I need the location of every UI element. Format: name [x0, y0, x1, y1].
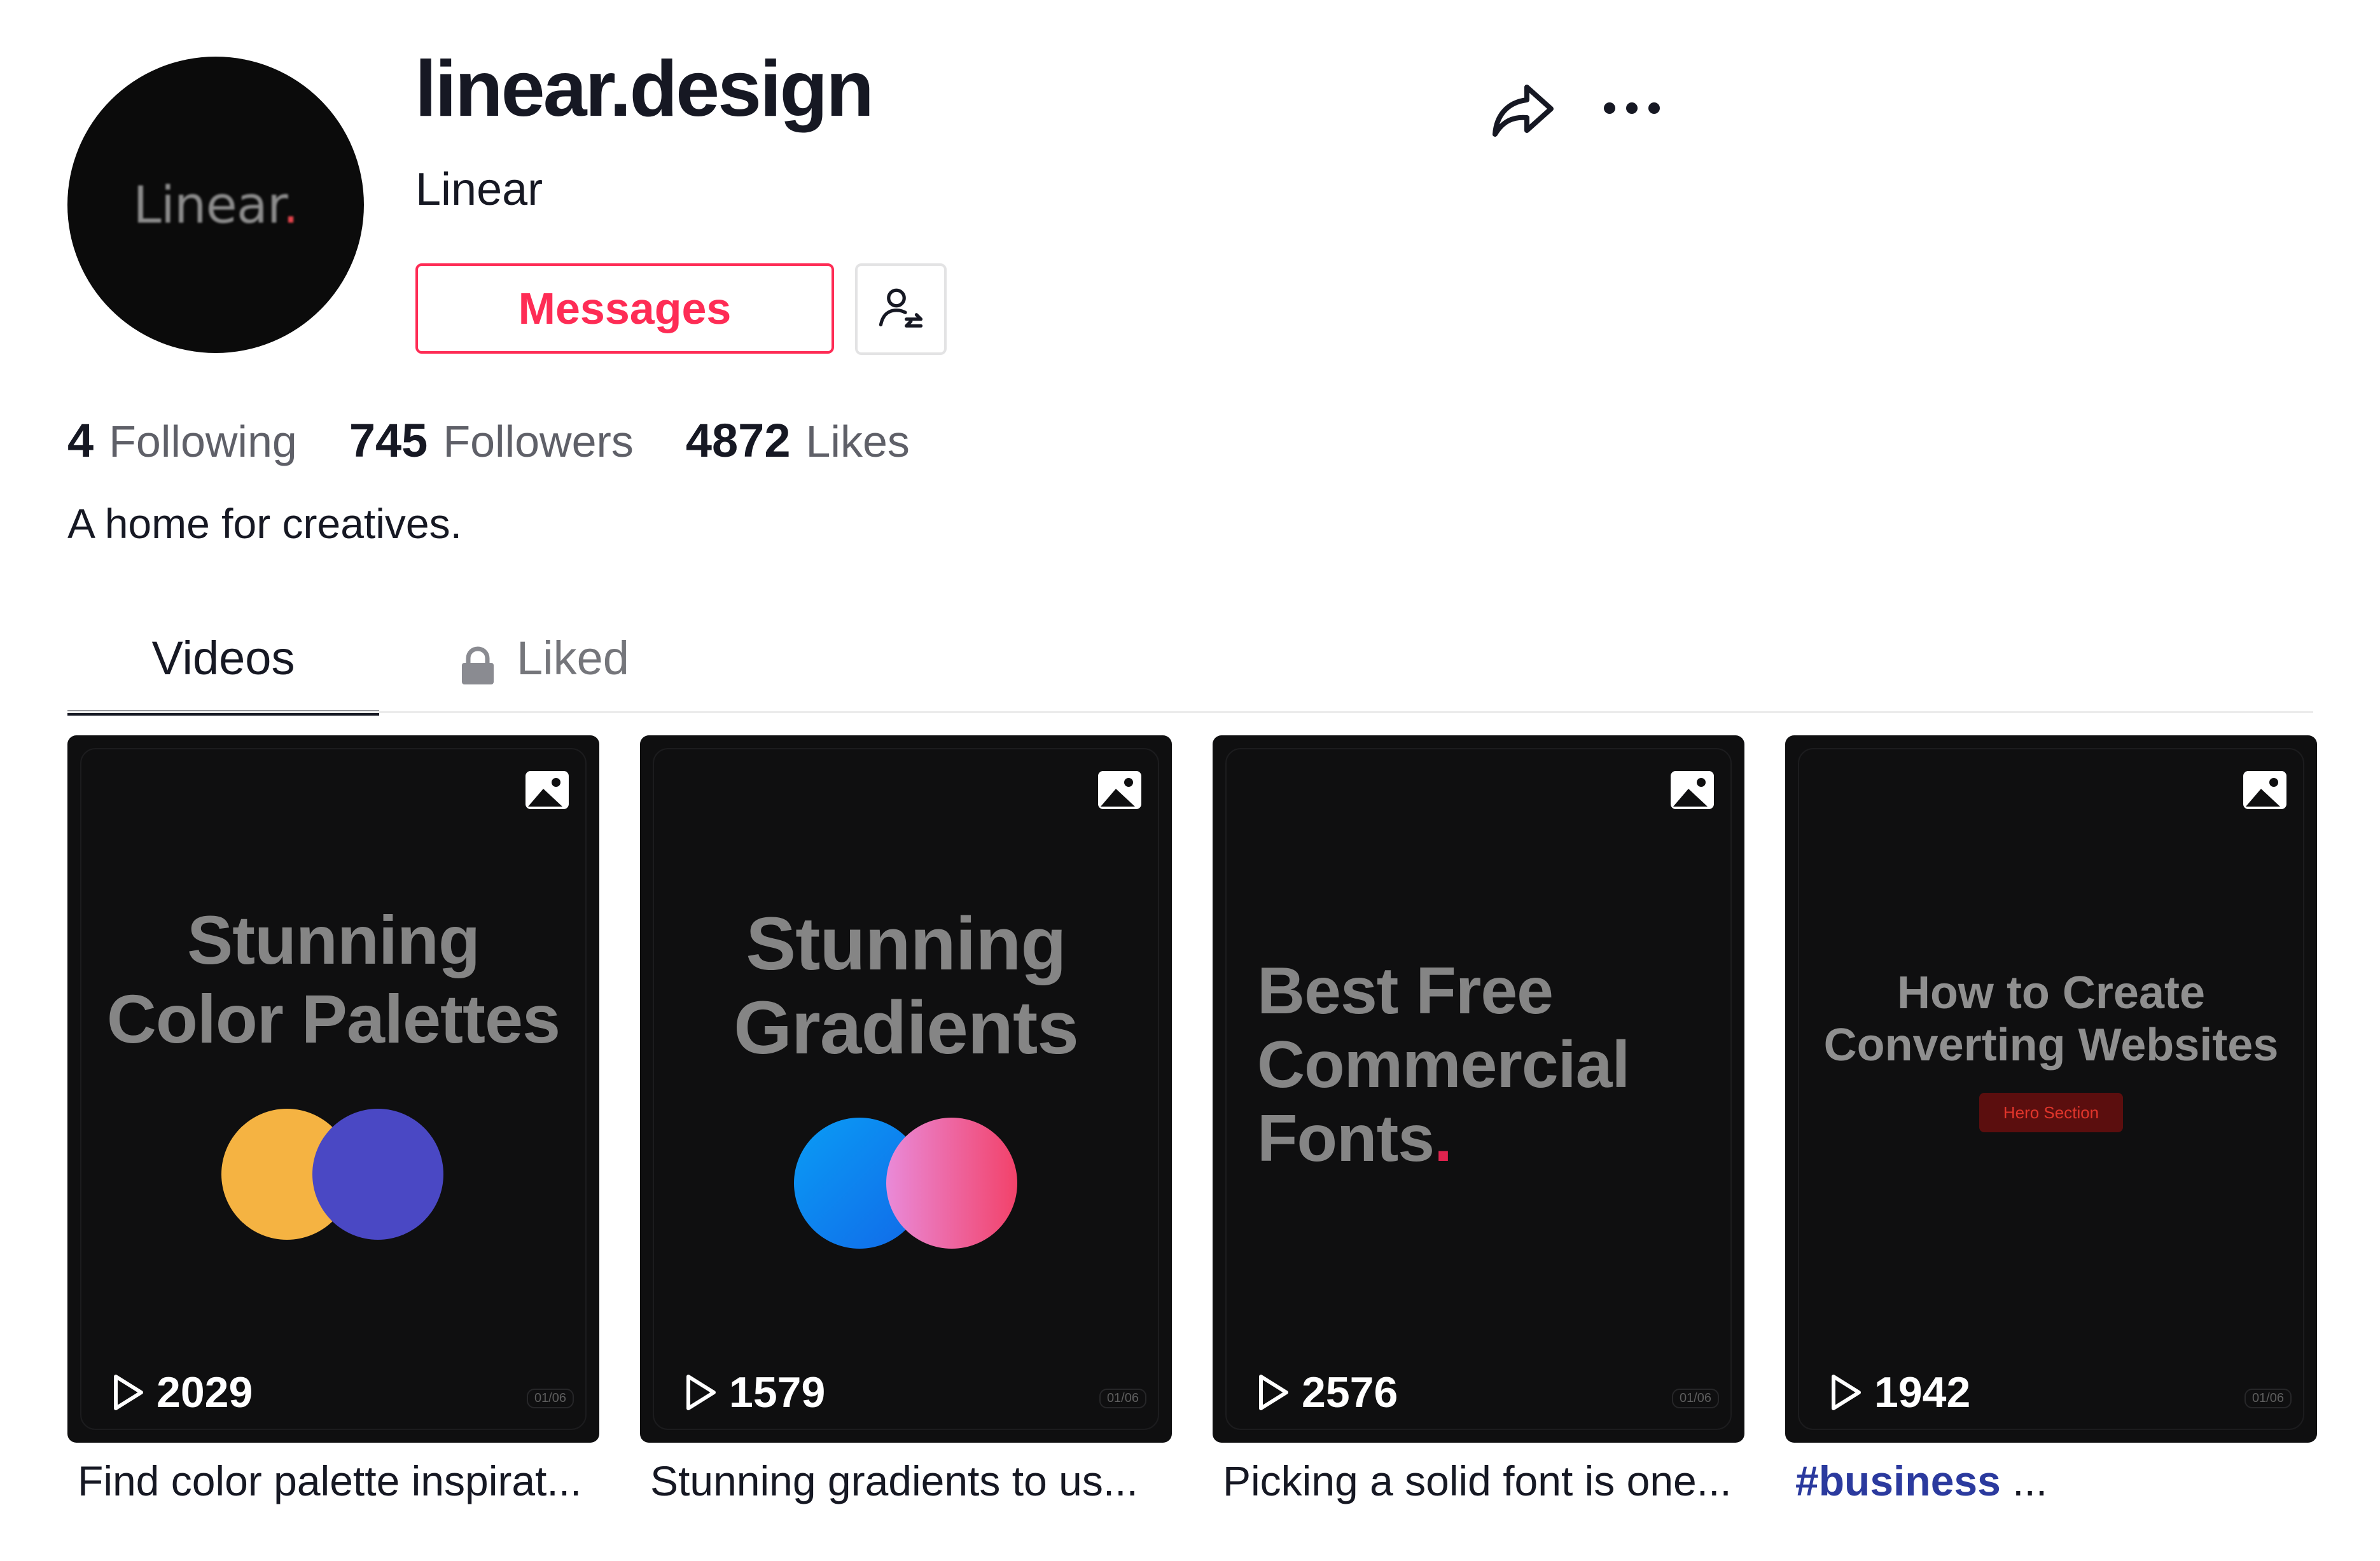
hero-section-badge: Hero Section — [1979, 1093, 2123, 1132]
profile-nickname: Linear — [415, 164, 543, 215]
stat-value: 745 — [349, 414, 428, 467]
slide-pager: 01/06 — [526, 1389, 574, 1408]
messages-button[interactable]: Messages — [415, 263, 834, 354]
view-count: 1579 — [685, 1368, 825, 1417]
profile-stats: 4 Following 745 Followers 4872 Likes — [67, 413, 962, 468]
video-caption[interactable]: Find color palette inspirat... — [78, 1457, 609, 1505]
avatar[interactable]: Linear. — [67, 57, 364, 353]
video-card[interactable]: Stunning Color Palettes 2029 01/06 — [67, 735, 599, 1443]
video-caption[interactable]: Picking a solid font is one... — [1223, 1457, 1755, 1505]
stat-label: Followers — [443, 417, 634, 466]
gradient-circles — [794, 1118, 1017, 1249]
slide-pager: 01/06 — [1099, 1389, 1146, 1408]
lock-icon — [462, 646, 494, 684]
share-icon[interactable] — [1489, 80, 1559, 143]
play-icon — [686, 1375, 716, 1410]
palette-circles — [221, 1109, 443, 1240]
video-thumbnail-frame — [1798, 748, 2304, 1430]
view-count: 2029 — [112, 1368, 253, 1417]
photo-icon — [1671, 771, 1714, 809]
photo-icon — [2243, 771, 2286, 809]
photo-icon — [525, 771, 569, 809]
stat-label: Likes — [805, 417, 910, 466]
tab-videos[interactable]: Videos — [67, 627, 379, 716]
caption-text: ... — [2000, 1457, 2048, 1504]
follow-switch-icon — [879, 288, 923, 328]
video-thumbnail-title: Stunning Gradients — [734, 902, 1079, 1070]
avatar-logo-text: Linear. — [133, 175, 299, 235]
tabs-divider — [67, 711, 2313, 713]
video-card[interactable]: Best Free Commercial Fonts. 2576 01/06 — [1213, 735, 1744, 1443]
follow-switch-button[interactable] — [855, 263, 947, 355]
play-icon — [114, 1375, 143, 1410]
slide-pager: 01/06 — [1671, 1389, 1719, 1408]
video-thumbnail-frame — [653, 748, 1159, 1430]
photo-icon — [1098, 771, 1141, 809]
video-caption[interactable]: Stunning gradients to us... — [650, 1457, 1182, 1505]
stat-label: Following — [109, 417, 297, 466]
play-icon — [1832, 1375, 1861, 1410]
tab-liked[interactable]: Liked — [459, 627, 714, 716]
more-icon[interactable] — [1597, 89, 1667, 127]
video-thumbnail-title: How to Create Converting Websites — [1823, 968, 2279, 1071]
stat-likes: 4872 Likes — [686, 413, 910, 468]
video-thumbnail-title: Stunning Color Palettes — [106, 901, 560, 1057]
stat-value: 4872 — [685, 414, 791, 467]
video-caption[interactable]: #business ... — [1795, 1457, 2327, 1505]
view-count: 2576 — [1257, 1368, 1398, 1417]
view-count: 1942 — [1830, 1368, 1970, 1417]
stat-following[interactable]: 4 Following — [67, 413, 297, 468]
tab-liked-label: Liked — [517, 632, 629, 684]
video-thumbnail-frame — [80, 748, 587, 1430]
play-icon — [1259, 1375, 1288, 1410]
stat-followers[interactable]: 745 Followers — [349, 413, 634, 468]
stat-value: 4 — [67, 414, 94, 467]
video-card[interactable]: Stunning Gradients 1579 01/06 — [640, 735, 1172, 1443]
video-thumbnail-title: Best Free Commercial Fonts. — [1257, 954, 1630, 1176]
profile-username: linear.design — [415, 45, 874, 133]
video-card[interactable]: How to Create Converting Websites Hero S… — [1785, 735, 2317, 1443]
slide-pager: 01/06 — [2244, 1389, 2292, 1408]
profile-bio: A home for creatives. — [67, 500, 462, 547]
caption-hashtag[interactable]: #business — [1795, 1457, 2001, 1504]
